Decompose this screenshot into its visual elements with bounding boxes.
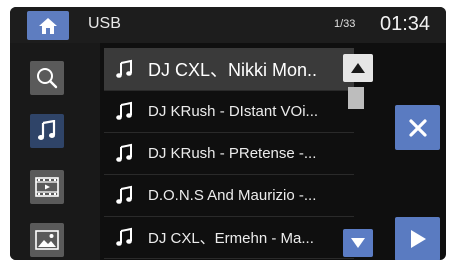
track-row[interactable]: DJ KRush - DIstant VOi... [104,90,354,133]
track-title: DJ KRush - DIstant VOi... [148,102,319,120]
track-counter: 1/33 [334,18,356,30]
sidebar-item-music[interactable] [30,114,64,148]
scroll-up-button[interactable] [343,54,373,82]
close-icon [408,118,427,137]
track-title: DJ KRush - PRetense -... [148,144,317,162]
music-note-icon [38,120,56,140]
home-button[interactable] [27,11,69,40]
play-button[interactable] [395,217,440,260]
close-button[interactable] [395,105,440,150]
sidebar-item-photo[interactable] [30,223,64,257]
music-note-icon [110,101,138,121]
header-bar: USB 1/33 01:34 [10,7,446,43]
music-note-icon [110,59,138,79]
sidebar-item-search[interactable] [30,61,64,95]
scrollbar-thumb[interactable] [348,87,364,109]
triangle-down-icon [351,238,365,248]
image-icon [35,230,59,250]
media-player-screen: USB 1/33 01:34 DJ CXL、Nikki Mon.. DJ KRu… [10,7,446,260]
track-row[interactable]: D.O.N.S And Maurizio -... [104,174,354,217]
source-label: USB [88,15,121,32]
track-title: DJ CXL、Ermehn - Ma... [148,229,314,247]
clock: 01:34 [380,13,431,35]
home-icon [39,17,57,34]
track-title: D.O.N.S And Maurizio -... [148,186,317,204]
track-list: DJ CXL、Nikki Mon.. DJ KRush - DIstant VO… [104,48,354,260]
music-note-icon [110,227,138,247]
track-row[interactable]: DJ CXL、Nikki Mon.. [104,48,354,91]
sidebar [10,43,100,260]
music-note-icon [110,185,138,205]
film-icon [35,177,59,197]
track-title: DJ CXL、Nikki Mon.. [148,60,318,80]
music-note-icon [110,143,138,163]
track-row[interactable]: DJ KRush - PRetense -... [104,132,354,175]
track-row[interactable]: DJ CXL、Ermehn - Ma... [104,216,354,259]
play-icon [410,230,426,248]
search-icon [37,68,58,89]
sidebar-item-video[interactable] [30,170,64,204]
scroll-down-button[interactable] [343,229,373,257]
triangle-up-icon [351,63,365,73]
